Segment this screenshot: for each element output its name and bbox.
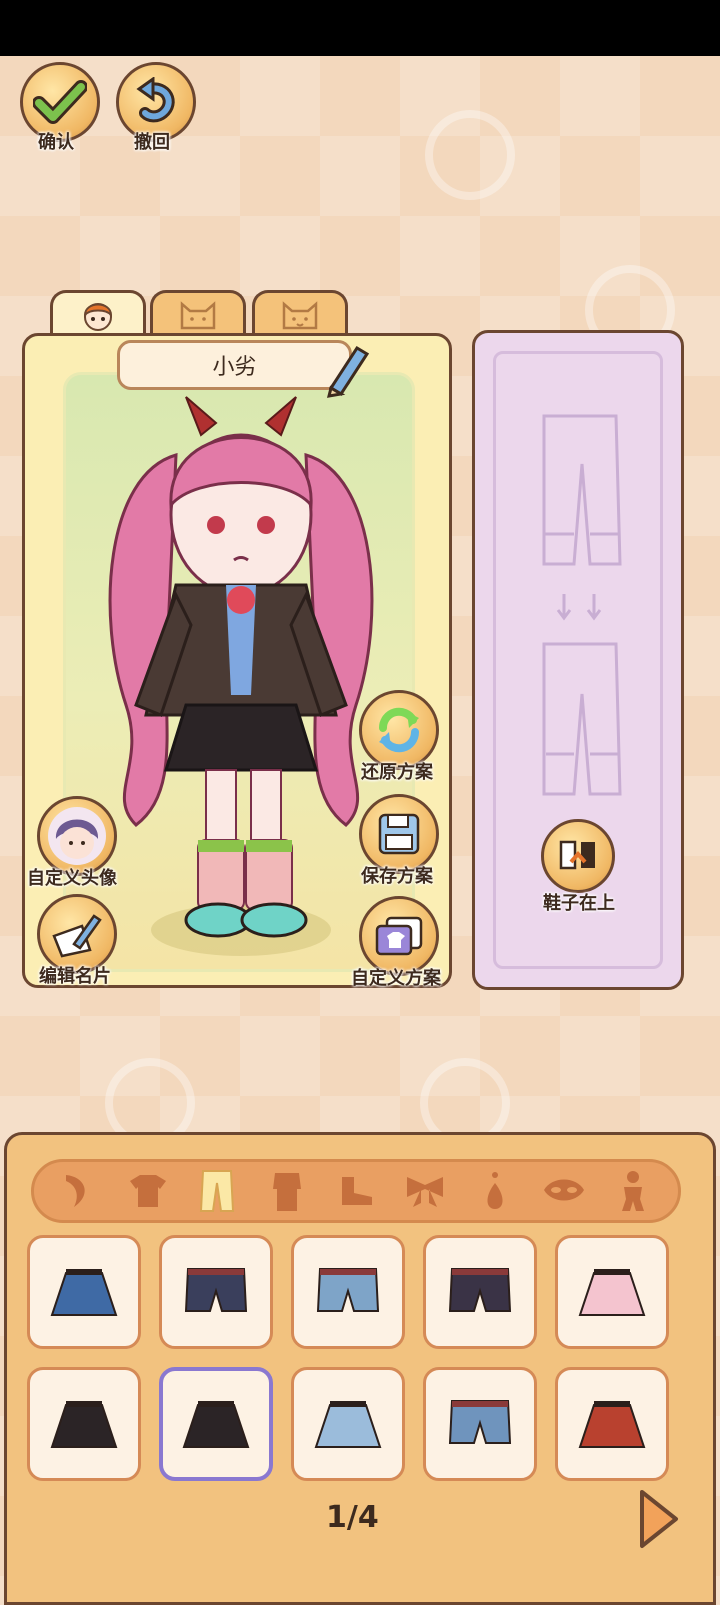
bow-icon[interactable]	[403, 1169, 447, 1213]
wardrobe-item-skirt-pink[interactable]	[555, 1235, 669, 1349]
cards-icon	[375, 916, 423, 956]
undo-icon	[136, 77, 175, 123]
garment-image	[184, 1268, 248, 1312]
wardrobe-item-shorts-navy[interactable]	[159, 1235, 273, 1349]
garment-image	[50, 1269, 118, 1316]
mask-icon[interactable]	[542, 1169, 586, 1213]
status-bar	[0, 0, 720, 56]
checkmark-icon	[33, 80, 87, 124]
garment-image	[578, 1269, 646, 1316]
page-indicator: 1/4	[326, 1500, 379, 1535]
wardrobe-item-shorts-light-denim[interactable]	[423, 1367, 537, 1481]
wardrobe-item-shorts-denim[interactable]	[291, 1235, 405, 1349]
earring-icon[interactable]	[473, 1169, 517, 1213]
pose-icon[interactable]	[611, 1169, 655, 1213]
garment-image	[316, 1268, 380, 1312]
wardrobe-item-skirt-red[interactable]	[555, 1367, 669, 1481]
next-page-arrow-icon[interactable]	[636, 1488, 680, 1550]
garment-image	[448, 1400, 512, 1444]
garment-image	[182, 1401, 250, 1448]
restore-label: 还原方案	[361, 762, 433, 783]
save-icon	[378, 813, 420, 855]
garment-image	[578, 1401, 646, 1448]
pencil-icon[interactable]	[321, 338, 371, 398]
shoes-on-top-label: 鞋子在上	[543, 893, 615, 914]
character-panel: 小劣 自定义头像 编辑名片 还原方案 保存方案 自定义方案	[22, 333, 452, 989]
wardrobe-item-skirt-patterned[interactable]	[27, 1235, 141, 1349]
wardrobe-item-skirt-black-pleated[interactable]	[159, 1367, 273, 1481]
character-name[interactable]: 小劣	[117, 340, 352, 390]
wardrobe-item-shorts-dark[interactable]	[423, 1235, 537, 1349]
cat-icon	[282, 300, 318, 329]
wardrobe-item-skirt-blue-layered[interactable]	[291, 1367, 405, 1481]
save-label: 保存方案	[361, 866, 433, 887]
confirm-label: 确认	[38, 132, 74, 153]
tab-pet-2[interactable]	[252, 290, 348, 336]
layer-order-panel: 鞋子在上	[472, 330, 684, 990]
wardrobe-item-skirt-black-asym[interactable]	[27, 1367, 141, 1481]
shoes-icon[interactable]	[334, 1169, 378, 1213]
cat-icon	[180, 300, 216, 329]
custom-plan-label: 自定义方案	[351, 968, 441, 989]
custom-avatar-label: 自定义头像	[27, 868, 117, 889]
garment-image	[50, 1401, 118, 1448]
card-edit-icon	[52, 914, 102, 958]
outfit-icon[interactable]	[265, 1169, 309, 1213]
avatar-icon	[48, 807, 106, 865]
undo-label: 撤回	[134, 132, 170, 153]
face-icon	[83, 302, 113, 331]
shoes-swap-icon	[559, 840, 595, 870]
garment-image	[448, 1268, 512, 1312]
edit-card-label: 编辑名片	[39, 966, 111, 987]
category-bar	[31, 1159, 681, 1223]
garment-image	[314, 1401, 382, 1448]
sun-decoration	[425, 110, 515, 200]
tab-pet-1[interactable]	[150, 290, 246, 336]
top-icon[interactable]	[126, 1169, 170, 1213]
tab-character[interactable]	[50, 290, 146, 336]
refresh-icon	[378, 707, 420, 753]
shoes-on-top-button[interactable]	[541, 819, 615, 893]
hair-icon[interactable]	[57, 1169, 101, 1213]
pants-icon[interactable]	[195, 1169, 239, 1213]
